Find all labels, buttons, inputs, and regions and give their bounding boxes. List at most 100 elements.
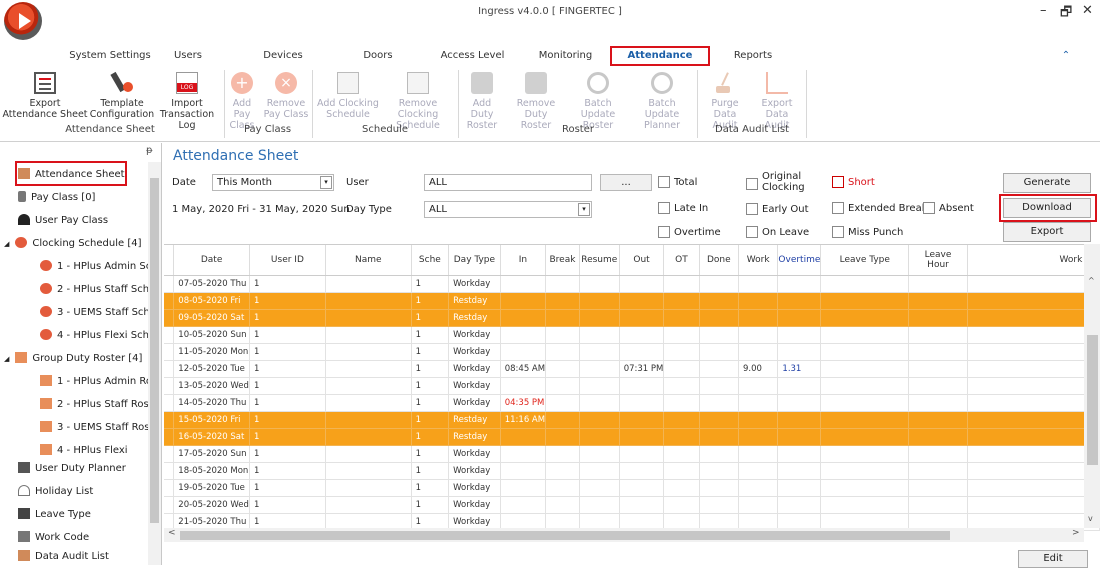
scroll-left-icon[interactable]: < [168, 528, 176, 538]
work-code-cell[interactable] [967, 275, 1100, 293]
tree-item-schedule-4[interactable]: 4 - HPlus Flexi Sched [40, 324, 148, 347]
tree-item-schedule-2[interactable]: 2 - HPlus Staff Sched [40, 278, 148, 301]
schedule-cell[interactable]: 1 [411, 360, 450, 378]
table-row[interactable]: 17-05-2020 Sun 1 1 Workday [164, 445, 1100, 463]
break-cell[interactable] [545, 343, 580, 361]
template-configuration-button[interactable]: Template Configuration [88, 71, 156, 120]
overtime-cell[interactable] [777, 394, 822, 412]
row-selector-cell[interactable] [164, 326, 175, 344]
break-cell[interactable] [545, 445, 580, 463]
work-cell[interactable] [738, 377, 779, 395]
resume-cell[interactable] [579, 479, 620, 497]
schedule-cell[interactable]: 1 [411, 462, 450, 480]
break-cell[interactable] [545, 462, 580, 480]
overtime-cell[interactable] [777, 445, 822, 463]
remove-pay-class-button[interactable]: × Remove Pay Class [263, 72, 309, 120]
tree-item-user-pay-class[interactable]: User Pay Class [18, 209, 168, 232]
leave-type-cell[interactable] [820, 309, 910, 327]
miss-punch-checkbox[interactable] [832, 226, 844, 238]
in-cell[interactable] [500, 496, 547, 514]
resume-cell[interactable] [579, 326, 620, 344]
user-id-cell[interactable]: 1 [249, 360, 326, 378]
day-type-cell[interactable]: Restday [448, 292, 501, 310]
row-selector-cell[interactable] [164, 309, 175, 327]
schedule-cell[interactable]: 1 [411, 377, 450, 395]
resume-cell[interactable] [579, 275, 620, 293]
date-cell[interactable]: 11-05-2020 Mon [173, 343, 250, 361]
generate-button[interactable]: Generate [1003, 173, 1091, 193]
column-header[interactable]: Leave Hour [908, 245, 968, 276]
overtime-checkbox[interactable] [658, 226, 670, 238]
done-cell[interactable] [699, 411, 740, 429]
in-cell[interactable] [500, 275, 547, 293]
tree-item-roster-2[interactable]: 2 - HPlus Staff Roster [40, 393, 148, 416]
date-cell[interactable]: 14-05-2020 Thu [173, 394, 250, 412]
batch-update-planner-button[interactable]: Batch Update Planner [631, 72, 693, 131]
column-header[interactable]: Work [738, 245, 779, 276]
work-cell[interactable] [738, 326, 779, 344]
day-type-select[interactable]: ALL ▾ [424, 201, 592, 218]
done-cell[interactable] [699, 326, 740, 344]
schedule-cell[interactable]: 1 [411, 394, 450, 412]
resume-cell[interactable] [579, 360, 620, 378]
work-code-cell[interactable] [967, 496, 1100, 514]
column-header[interactable]: In [500, 245, 547, 276]
work-cell[interactable] [738, 309, 779, 327]
table-row[interactable]: 14-05-2020 Thu 1 1 Workday 04:35 PM [164, 394, 1100, 412]
name-cell[interactable] [325, 479, 412, 497]
done-cell[interactable] [699, 462, 740, 480]
column-header[interactable]: Work Co [967, 245, 1100, 276]
overtime-cell[interactable] [777, 309, 822, 327]
table-row[interactable]: 11-05-2020 Mon 1 1 Workday [164, 343, 1100, 361]
ot-cell[interactable] [663, 377, 700, 395]
ot-cell[interactable] [663, 428, 700, 446]
column-header[interactable]: Day Type [448, 245, 501, 276]
in-cell[interactable]: 04:35 PM [500, 394, 547, 412]
work-cell[interactable] [738, 411, 779, 429]
done-cell[interactable] [699, 394, 740, 412]
out-cell[interactable] [619, 394, 665, 412]
break-cell[interactable] [545, 275, 580, 293]
day-type-cell[interactable]: Restday [448, 428, 501, 446]
add-duty-roster-button[interactable]: Add Duty Roster [460, 72, 504, 131]
in-cell[interactable] [500, 377, 547, 395]
leave-type-cell[interactable] [820, 462, 910, 480]
tab-attendance[interactable]: Attendance [610, 46, 710, 66]
table-row[interactable]: 13-05-2020 Wed 1 1 Workday [164, 377, 1100, 395]
user-id-cell[interactable]: 1 [249, 445, 326, 463]
day-type-cell[interactable]: Workday [448, 377, 501, 395]
leave-type-cell[interactable] [820, 377, 910, 395]
leave-hour-cell[interactable] [908, 360, 968, 378]
done-cell[interactable] [699, 309, 740, 327]
day-type-cell[interactable]: Workday [448, 326, 501, 344]
original-clocking-checkbox[interactable] [746, 178, 758, 190]
user-id-cell[interactable]: 1 [249, 496, 326, 514]
out-cell[interactable] [619, 292, 665, 310]
ot-cell[interactable] [663, 445, 700, 463]
resume-cell[interactable] [579, 377, 620, 395]
leave-type-cell[interactable] [820, 275, 910, 293]
early-out-checkbox[interactable] [746, 203, 758, 215]
in-cell[interactable] [500, 462, 547, 480]
import-transaction-log-button[interactable]: LOG Import Transaction Log [152, 72, 222, 131]
overtime-cell[interactable] [777, 343, 822, 361]
resume-cell[interactable] [579, 343, 620, 361]
out-cell[interactable] [619, 445, 665, 463]
leave-type-cell[interactable] [820, 479, 910, 497]
day-type-cell[interactable]: Workday [448, 479, 501, 497]
purge-data-audit-button[interactable]: Purge Data Audit [700, 72, 750, 131]
work-cell[interactable] [738, 462, 779, 480]
day-type-cell[interactable]: Restday [448, 309, 501, 327]
overtime-cell[interactable] [777, 428, 822, 446]
leave-hour-cell[interactable] [908, 462, 968, 480]
day-type-cell[interactable]: Workday [448, 496, 501, 514]
done-cell[interactable] [699, 445, 740, 463]
name-cell[interactable] [325, 411, 412, 429]
tab-system-settings[interactable]: System Settings [60, 46, 160, 66]
work-cell[interactable] [738, 292, 779, 310]
schedule-cell[interactable]: 1 [411, 343, 450, 361]
pin-icon[interactable]: ᵽ [146, 145, 153, 156]
ot-cell[interactable] [663, 360, 700, 378]
day-type-cell[interactable]: Workday [448, 360, 501, 378]
work-cell[interactable] [738, 496, 779, 514]
